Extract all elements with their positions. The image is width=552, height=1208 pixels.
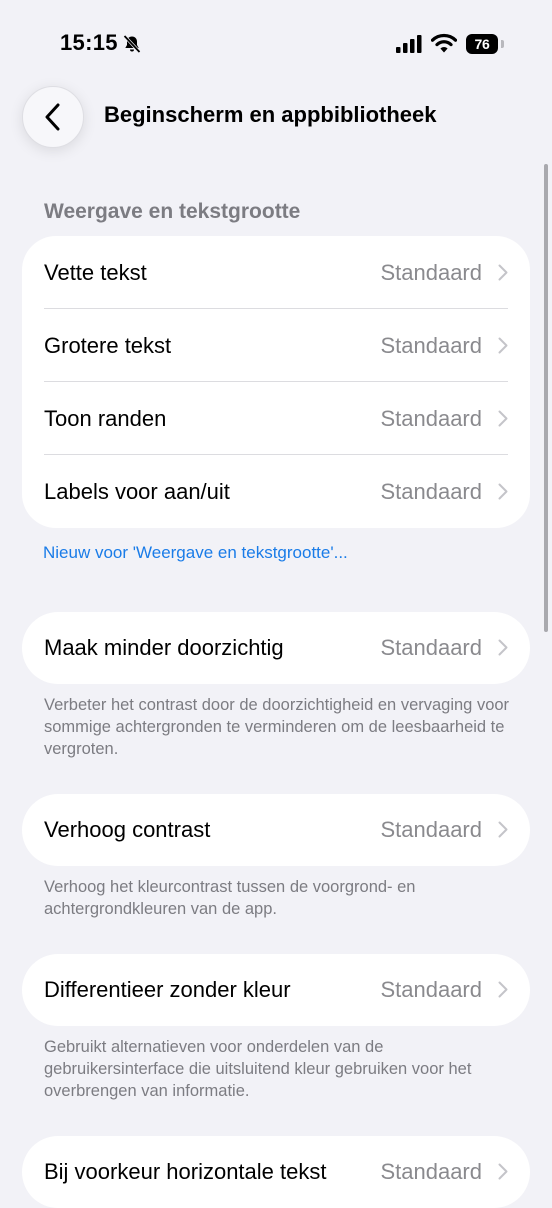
row-value: Standaard	[380, 260, 482, 285]
row-on-off-labels[interactable]: Labels voor aan/uit Standaard	[22, 455, 530, 528]
wifi-icon	[431, 33, 457, 53]
row-label: Maak minder doorzichtig	[44, 635, 284, 660]
battery-tip	[501, 40, 504, 48]
horizontal-text-card: Bij voorkeur horizontale tekst Standaard	[22, 1136, 530, 1208]
increase-contrast-card: Verhoog contrast Standaard	[22, 794, 530, 866]
row-label: Grotere tekst	[44, 333, 172, 358]
chevron-right-icon	[498, 264, 508, 281]
row-prefer-horizontal-text[interactable]: Bij voorkeur horizontale tekst Standaard	[22, 1136, 530, 1208]
status-time: 15:15	[60, 30, 118, 55]
row-bold-text[interactable]: Vette tekst Standaard	[22, 236, 530, 309]
chevron-right-icon	[498, 483, 508, 500]
back-button[interactable]	[22, 86, 84, 148]
signal-icon	[396, 35, 422, 53]
differentiate-footer: Gebruikt alternatieven voor onderdelen v…	[44, 1038, 472, 1100]
chevron-right-icon	[498, 981, 508, 998]
chevron-right-icon	[498, 337, 508, 354]
row-value: Standaard	[380, 1159, 482, 1184]
row-value: Standaard	[380, 817, 482, 842]
reduce-transparency-card: Maak minder doorzichtig Standaard	[22, 612, 530, 684]
row-value: Standaard	[380, 635, 482, 660]
whats-new-link[interactable]: Nieuw voor 'Weergave en tekstgrootte'...	[43, 543, 348, 563]
row-larger-text[interactable]: Grotere tekst Standaard	[22, 309, 530, 382]
row-increase-contrast[interactable]: Verhoog contrast Standaard	[22, 794, 530, 866]
bell-slash-icon	[123, 34, 141, 54]
increase-contrast-footer: Verhoog het kleurcontrast tussen de voor…	[44, 878, 416, 918]
display-settings-group: Vette tekst Standaard Grotere tekst Stan…	[22, 236, 530, 528]
row-label: Labels voor aan/uit	[44, 479, 230, 504]
reduce-transparency-footer: Verbeter het contrast door de doorzichti…	[44, 696, 510, 758]
scroll-indicator[interactable]	[544, 164, 548, 632]
row-differentiate-without-color[interactable]: Differentieer zonder kleur Standaard	[22, 954, 530, 1026]
row-label: Verhoog contrast	[44, 817, 211, 842]
row-button-shapes[interactable]: Toon randen Standaard	[22, 382, 530, 455]
status-bar: 15:15 76	[0, 0, 552, 90]
chevron-right-icon	[498, 639, 508, 656]
row-value: Standaard	[380, 406, 482, 431]
differentiate-card: Differentieer zonder kleur Standaard	[22, 954, 530, 1026]
row-reduce-transparency[interactable]: Maak minder doorzichtig Standaard	[22, 612, 530, 684]
row-value: Standaard	[380, 333, 482, 358]
battery-icon: 76	[466, 34, 504, 54]
chevron-left-icon	[45, 103, 60, 131]
chevron-right-icon	[498, 410, 508, 427]
page-title: Beginscherm en appbibliotheek	[104, 102, 437, 127]
row-label: Toon randen	[44, 406, 167, 431]
chevron-right-icon	[498, 1163, 508, 1180]
row-label: Differentieer zonder kleur	[44, 977, 291, 1002]
row-label: Vette tekst	[44, 260, 147, 285]
row-value: Standaard	[380, 479, 482, 504]
row-label: Bij voorkeur horizontale tekst	[44, 1159, 327, 1184]
row-value: Standaard	[380, 977, 482, 1002]
section-header-display: Weergave en tekstgrootte	[44, 200, 301, 223]
battery-level: 76	[466, 34, 498, 54]
chevron-right-icon	[498, 821, 508, 838]
